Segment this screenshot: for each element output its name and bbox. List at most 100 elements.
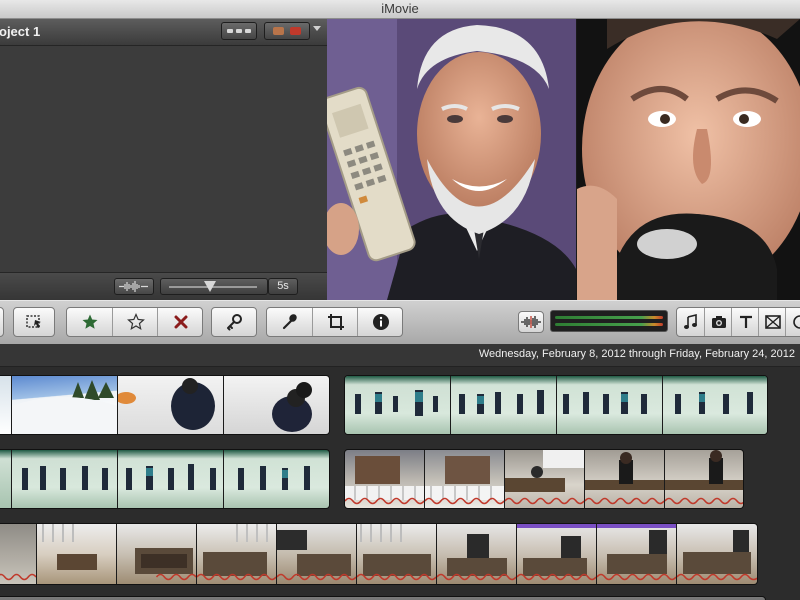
clip-filmstrip[interactable] <box>344 375 768 435</box>
record-button[interactable] <box>0 307 4 337</box>
clip-frame <box>0 450 12 508</box>
kids-in-snow-thumbnail <box>272 382 312 432</box>
view-toggle-button[interactable] <box>221 22 257 40</box>
clip-frame <box>117 524 197 584</box>
clip-frame <box>224 450 329 508</box>
clip-filmstrip[interactable] <box>0 596 766 600</box>
title-t-icon <box>739 315 752 328</box>
audio-waveform-icon <box>277 573 356 581</box>
project-library-pane: oject 1 5s <box>0 19 327 301</box>
audio-waveform-icon <box>425 497 504 505</box>
clip-frame <box>357 524 437 584</box>
clip-frame <box>597 524 677 584</box>
inspector-button[interactable] <box>357 308 403 336</box>
preview-viewer[interactable] <box>327 19 800 300</box>
clip-frame <box>118 376 224 434</box>
edit-tools-group <box>266 307 403 337</box>
clip-frame <box>197 524 277 584</box>
dance-class-thumbnail <box>22 466 108 490</box>
clip-filmstrip[interactable] <box>344 449 744 509</box>
slider-knob[interactable] <box>204 281 217 292</box>
voiceover-button[interactable] <box>267 308 312 336</box>
audio-meter-right-channel <box>555 323 663 326</box>
clip-frame <box>0 524 37 584</box>
clip-frame <box>677 524 757 584</box>
comment-marker-icon <box>273 27 284 35</box>
clip-frame <box>437 524 517 584</box>
chapter-marker-icon <box>290 27 301 35</box>
clip-frame <box>12 376 118 434</box>
waveform-icon <box>119 281 148 292</box>
project-theme-button[interactable] <box>264 22 310 40</box>
kids-in-snow-thumbnail <box>118 378 215 430</box>
audio-waveform-icon <box>437 573 516 581</box>
rating-button-group <box>66 307 203 337</box>
audio-waveform-icon <box>665 497 743 505</box>
audio-waveform-icon <box>197 573 276 581</box>
clip-frame <box>425 450 505 508</box>
reject-button[interactable] <box>157 308 203 336</box>
clip-frame <box>345 450 425 508</box>
audio-waveform-icon <box>521 316 541 328</box>
event-date-range: Wednesday, February 8, 2012 through Frid… <box>478 348 795 360</box>
audio-skimming-button[interactable] <box>518 311 544 333</box>
audio-level-meter <box>550 310 668 332</box>
audio-waveform-icon <box>345 497 424 505</box>
clip-frame <box>0 376 12 434</box>
titles-browser-button[interactable] <box>731 308 759 336</box>
chevron-down-icon[interactable] <box>313 26 321 31</box>
dance-class-thumbnail <box>238 466 310 490</box>
window-title: iMovie <box>381 1 419 16</box>
keyword-button[interactable] <box>211 307 257 337</box>
maps-browser-button[interactable] <box>785 308 800 336</box>
dance-class-thumbnail <box>563 392 647 414</box>
photo-browser-button[interactable] <box>704 308 732 336</box>
globe-icon <box>792 315 800 329</box>
unmark-button[interactable] <box>112 308 158 336</box>
clip-filmstrip[interactable] <box>0 375 330 435</box>
microphone-icon <box>282 314 297 330</box>
clip-filmstrip[interactable] <box>0 449 330 509</box>
project-title: oject 1 <box>0 24 41 39</box>
add-to-project-button[interactable] <box>13 307 55 337</box>
crop-button[interactable] <box>312 308 358 336</box>
audio-waveform-icon <box>0 573 36 581</box>
dance-class-thumbnail <box>675 392 753 414</box>
key-icon <box>227 314 242 331</box>
clip-frame <box>505 450 585 508</box>
clip-frame <box>663 376 767 434</box>
transitions-browser-button[interactable] <box>758 308 786 336</box>
clip-frame <box>585 450 665 508</box>
crop-icon <box>327 314 344 330</box>
reject-x-icon <box>174 315 187 329</box>
filmstrip-icon <box>236 29 242 33</box>
camera-icon <box>711 316 726 328</box>
music-note-icon <box>683 314 697 329</box>
clip-zoom-slider[interactable] <box>160 278 268 295</box>
clip-duration-readout: 5s <box>268 278 298 295</box>
filmstrip-icon <box>245 29 251 33</box>
music-browser-button[interactable] <box>677 308 704 336</box>
viewer-frame-left <box>327 19 576 300</box>
mark-favorite-button[interactable] <box>67 308 112 336</box>
clip-frame <box>12 450 118 508</box>
clip-frame <box>118 450 224 508</box>
clip-frame <box>345 376 451 434</box>
audio-waveform-icon <box>585 497 664 505</box>
project-drop-area[interactable] <box>0 46 327 272</box>
audio-waveform-icon <box>505 497 584 505</box>
transition-icon <box>764 315 781 329</box>
event-browser: Wednesday, February 8, 2012 through Frid… <box>0 344 800 600</box>
garden-bed-thumbnail <box>42 524 97 570</box>
clip-filmstrip[interactable] <box>0 523 758 585</box>
audio-waveform-icon <box>517 573 596 581</box>
audio-waveform-icon <box>677 573 757 581</box>
audio-waveform-icon <box>597 573 676 581</box>
project-footer: 5s <box>0 272 327 301</box>
waveform-toggle-button[interactable] <box>114 278 154 295</box>
dance-class-thumbnail <box>459 390 544 414</box>
clip-frame <box>277 524 357 584</box>
info-icon <box>372 314 389 330</box>
viewer-frame-right <box>577 19 800 300</box>
media-browser-group <box>676 307 800 337</box>
